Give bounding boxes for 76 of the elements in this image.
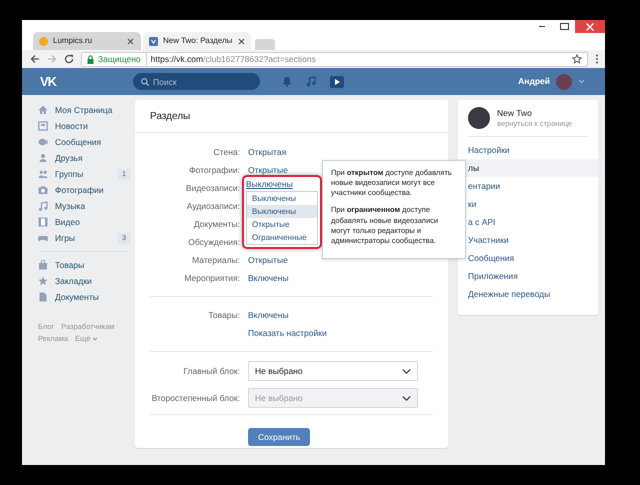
back-icon[interactable] [30, 54, 40, 64]
browser-tab[interactable]: Lumpics.ru [33, 32, 141, 50]
dropdown-current[interactable]: Выключены [246, 178, 293, 190]
close-button[interactable] [575, 20, 605, 33]
search-field[interactable]: Поиск [133, 73, 260, 90]
lock-icon [87, 54, 94, 64]
field-value[interactable]: Включены [248, 272, 289, 284]
dropdown-option[interactable]: Открытые [247, 218, 317, 231]
close-icon[interactable] [237, 36, 246, 46]
field-label: Второстепенный блок: [150, 392, 240, 404]
logo[interactable]: VK [40, 72, 133, 92]
save-button[interactable]: Сохранить [248, 428, 310, 446]
section-title: Разделы [135, 100, 448, 133]
browser-tab[interactable]: New Two: Разделы [143, 32, 251, 50]
menu-item[interactable]: Документы [38, 289, 130, 305]
film-icon [38, 217, 48, 227]
block-select[interactable]: Не выбрано [248, 361, 418, 381]
address-bar[interactable]: Защищено https://vk.com/club162778632?act=sections [81, 52, 588, 66]
music-note-icon [38, 201, 48, 211]
gamepad-icon [38, 233, 48, 243]
menu-icon[interactable] [595, 54, 599, 64]
menu-item[interactable]: Моя Страница [38, 102, 130, 118]
user-name[interactable]: Андрей [518, 75, 550, 88]
side-menu-item[interactable]: лы [458, 159, 598, 177]
field-label: Фотографии: [188, 164, 240, 176]
close-icon [586, 22, 594, 30]
minimize-icon [539, 26, 545, 27]
group-name[interactable]: New Two [497, 108, 572, 119]
menu-item[interactable]: Друзья [38, 150, 130, 166]
dropdown-option[interactable]: Выключены [247, 205, 317, 218]
play-icon[interactable] [330, 76, 344, 88]
menu-item[interactable]: Товары [38, 257, 130, 273]
site-icon [149, 36, 158, 46]
field-label: Товары: [207, 308, 240, 322]
field-value[interactable]: Открытая [248, 146, 286, 158]
side-menu-item[interactable]: Денежные переводы [458, 285, 598, 303]
field-label: Видеозаписи: [184, 182, 240, 194]
menu-item[interactable]: Музыка [38, 198, 130, 214]
close-icon[interactable] [126, 36, 135, 46]
maximize-icon [560, 23, 568, 30]
people-icon [38, 169, 48, 179]
star-icon [38, 276, 48, 286]
menu-item[interactable]: Новости [38, 118, 130, 134]
block-select: Не выбрано [248, 388, 418, 408]
camera-icon [38, 185, 48, 195]
group-avatar[interactable] [468, 107, 490, 129]
menu-item[interactable]: Видео [38, 214, 130, 230]
newspaper-icon [38, 121, 48, 131]
menu-item[interactable]: Фотографии [38, 182, 130, 198]
reload-icon[interactable] [64, 54, 74, 64]
show-settings-link[interactable]: Показать настройки [248, 326, 327, 340]
side-menu-item[interactable]: Настройки [458, 141, 598, 159]
field-label: Стена: [212, 146, 240, 158]
field-value[interactable]: Включены [248, 308, 289, 322]
menu-item[interactable]: Сообщения [38, 134, 130, 150]
bag-icon [38, 260, 48, 270]
site-icon [39, 36, 48, 46]
person-icon [38, 153, 48, 163]
field-label: Мероприятия: [183, 272, 240, 284]
star-icon[interactable] [572, 54, 582, 64]
field-value[interactable]: Открытые [248, 254, 288, 266]
search-icon [141, 78, 149, 86]
field-label: Главный блок: [182, 364, 240, 378]
caret-icon [92, 336, 98, 341]
field-label: Материалы: [191, 254, 240, 266]
field-label: Аудиозаписи: [186, 200, 240, 212]
speech-bubble-icon [38, 137, 48, 147]
document-icon [38, 292, 48, 302]
field-value[interactable]: Открытые [248, 164, 288, 176]
field-label: Документы: [192, 218, 240, 230]
dropdown-option[interactable]: Ограниченные [247, 231, 317, 244]
dropdown-option[interactable]: Выключены [247, 192, 317, 205]
menu-item[interactable]: Закладки [38, 273, 130, 289]
field-label: Обсуждения: [187, 236, 240, 248]
home-icon [38, 105, 48, 115]
side-menu-item[interactable]: Приложения [458, 267, 598, 285]
